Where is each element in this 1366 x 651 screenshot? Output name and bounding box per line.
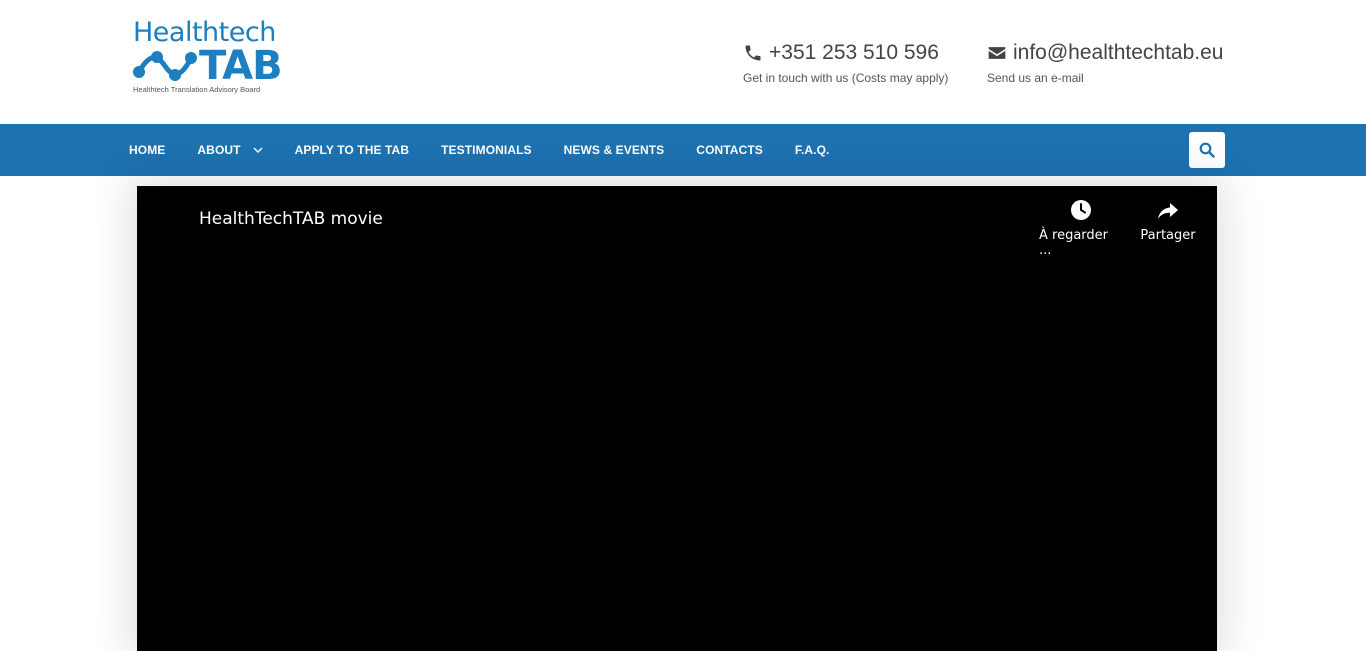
search-button[interactable] — [1189, 132, 1225, 168]
email-address[interactable]: info@healthtechtab.eu — [1013, 40, 1223, 66]
contact-phone: +351 253 510 596 Get in touch with us (C… — [743, 40, 948, 85]
nav-item-label: HOME — [129, 143, 166, 157]
watch-later-button[interactable]: À regarder ... — [1039, 198, 1123, 258]
search-icon — [1199, 142, 1215, 158]
chevron-down-icon — [253, 147, 263, 153]
video-title[interactable]: HealthTechTAB movie — [199, 209, 383, 229]
share-icon — [1158, 203, 1178, 219]
main-nav: HOME ABOUT APPLY TO THE TAB TESTIMONIALS… — [0, 124, 1366, 176]
nav-item-home[interactable]: HOME — [129, 143, 165, 157]
share-button[interactable]: Partager — [1137, 198, 1199, 243]
logo-wave-icon — [133, 51, 197, 81]
logo-tagline: Healthtech Translation Advisory Board — [133, 85, 261, 94]
nav-item-contacts[interactable]: CONTACTS — [696, 143, 763, 157]
nav-item-label: ABOUT — [197, 143, 241, 157]
logo-word-tab: TAB — [199, 43, 283, 89]
nav-item-testimonials[interactable]: TESTIMONIALS — [441, 143, 532, 157]
nav-item-apply[interactable]: APPLY TO THE TAB — [295, 143, 410, 157]
phone-icon — [745, 45, 761, 61]
nav-item-label: F.A.Q. — [794, 143, 830, 157]
video-player[interactable]: HealthTechTAB movie À regarder ... Parta… — [137, 186, 1217, 651]
nav-item-news-events[interactable]: NEWS & EVENTS — [564, 143, 665, 157]
share-label: Partager — [1140, 228, 1196, 243]
clock-icon — [1071, 200, 1091, 220]
site-header: Healthtech TAB Healthtech Translation Ad… — [0, 0, 1366, 124]
site-logo[interactable]: Healthtech TAB Healthtech Translation Ad… — [133, 18, 285, 96]
email-subtext: Send us an e-mail — [987, 71, 1084, 85]
nav-item-label: TESTIMONIALS — [441, 143, 532, 157]
phone-number[interactable]: +351 253 510 596 — [769, 40, 939, 66]
nav-item-faq[interactable]: F.A.Q. — [795, 143, 830, 157]
nav-list: HOME ABOUT APPLY TO THE TAB TESTIMONIALS… — [129, 124, 861, 176]
nav-item-label: CONTACTS — [696, 143, 763, 157]
watch-later-label: À regarder ... — [1039, 228, 1109, 258]
phone-subtext: Get in touch with us (Costs may apply) — [743, 71, 949, 85]
nav-item-label: APPLY TO THE TAB — [294, 143, 410, 157]
nav-item-label: NEWS & EVENTS — [563, 143, 665, 157]
nav-item-about[interactable]: ABOUT — [197, 143, 263, 157]
envelope-icon — [988, 47, 1006, 59]
contact-email: info@healthtechtab.eu Send us an e-mail — [987, 40, 1223, 85]
